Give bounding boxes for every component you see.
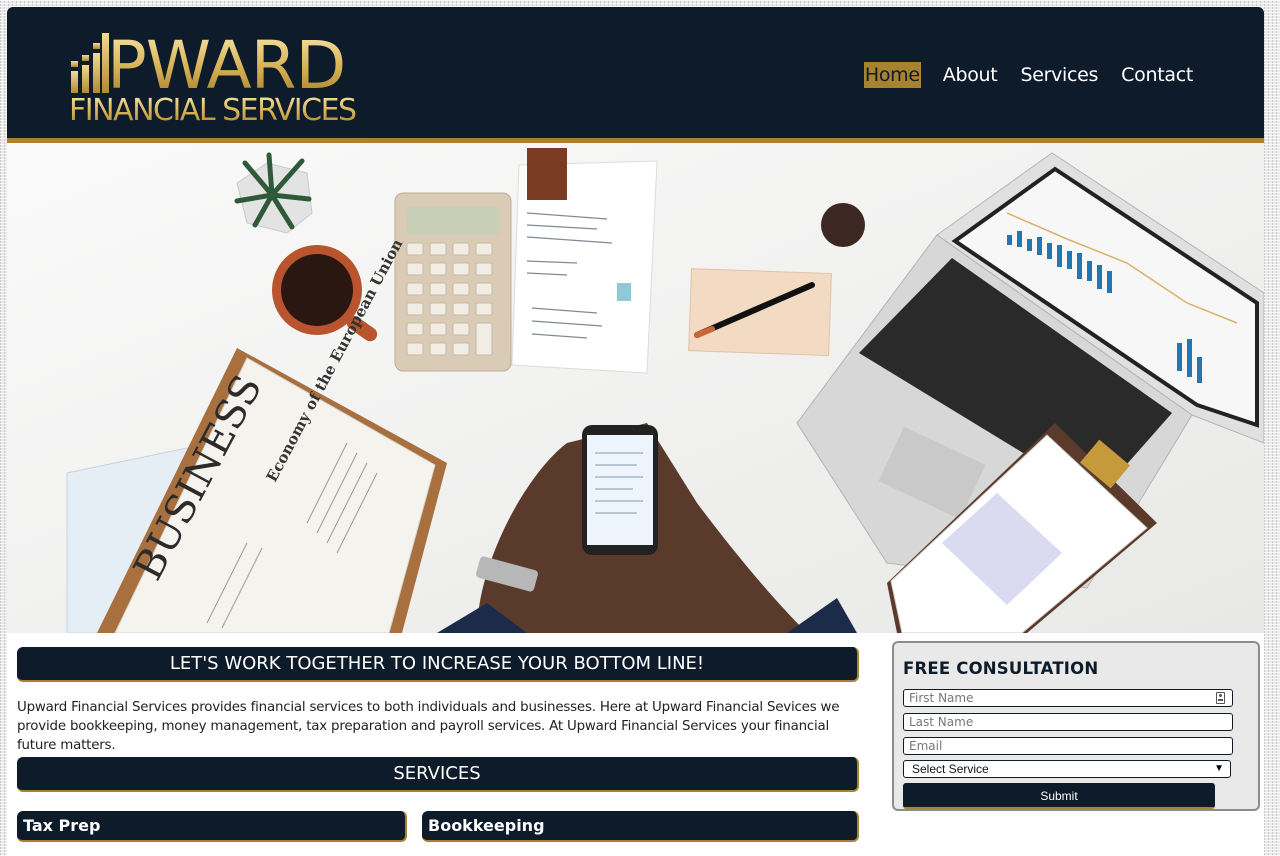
email-field[interactable]: Email	[903, 737, 1233, 755]
contact-card-icon[interactable]	[1216, 692, 1225, 704]
consultation-form: FREE CONSULTATION First Name Last Name E…	[892, 641, 1260, 811]
hero-image: BUSINESS Economy of the European Union	[7, 143, 1264, 633]
main-nav: Home About Services Contact	[863, 62, 1194, 88]
nav-contact[interactable]: Contact	[1120, 62, 1194, 88]
site-header: PWARD FINANCIAL SERVICES Home About Serv…	[7, 7, 1264, 143]
email-placeholder: Email	[909, 739, 943, 753]
nav-about[interactable]: About	[942, 62, 999, 88]
submit-button[interactable]: Submit	[903, 783, 1215, 809]
last-name-placeholder: Last Name	[909, 715, 974, 729]
nav-services[interactable]: Services	[1019, 62, 1099, 88]
service-select-value: Select Service	[912, 762, 989, 776]
intro-paragraph: Upward Financial Services provides finan…	[17, 700, 840, 753]
notes-paper-icon	[511, 148, 658, 374]
form-title: FREE CONSULTATION	[903, 659, 1099, 678]
last-name-field[interactable]: Last Name	[903, 713, 1233, 731]
nav-home[interactable]: Home	[863, 62, 921, 88]
notebook-icon	[688, 268, 832, 357]
logo-subtitle: FINANCIAL SERVICES	[69, 93, 357, 128]
brand-logo[interactable]: PWARD FINANCIAL SERVICES	[69, 25, 359, 127]
logo-bars-icon	[69, 31, 109, 101]
logo-wordmark: PWARD	[107, 27, 346, 104]
page: PWARD FINANCIAL SERVICES Home About Serv…	[7, 7, 1264, 856]
service-select[interactable]: Select Service ▼	[903, 760, 1231, 778]
service-bookkeeping[interactable]: Bookkeeping	[422, 811, 859, 842]
chevron-down-icon: ▼	[1214, 763, 1224, 774]
service-tax-prep[interactable]: Tax Prep	[17, 811, 407, 842]
first-name-field[interactable]: First Name	[903, 689, 1233, 707]
calculator-icon	[394, 192, 512, 372]
desk-scene-illustration: BUSINESS Economy of the European Union	[7, 143, 1264, 633]
services-banner: SERVICES	[17, 757, 859, 792]
first-name-placeholder: First Name	[909, 691, 974, 705]
headline-banner: LET'S WORK TOGETHER TO INCREASE YOUR BOT…	[17, 647, 859, 682]
stone-icon	[821, 203, 865, 247]
